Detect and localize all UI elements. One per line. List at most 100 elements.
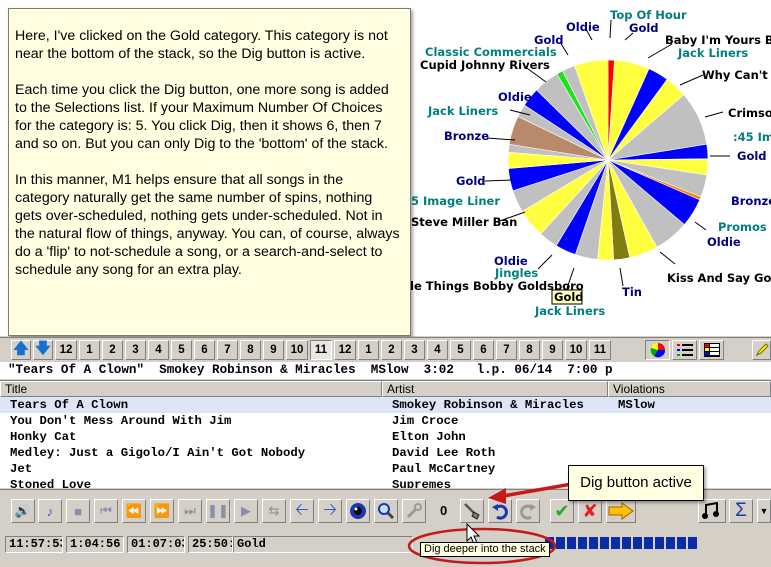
skip-start-icon[interactable]: ⏮ — [94, 499, 118, 523]
progress-block — [633, 537, 642, 549]
category-button[interactable]: 7 — [496, 340, 517, 360]
category-button[interactable]: 2 — [381, 340, 402, 360]
category-button[interactable]: 3 — [125, 340, 146, 360]
pie-label-image-liner: 5 Image Liner — [411, 194, 500, 208]
volume-icon[interactable]: 🔊 — [11, 499, 35, 523]
pie-label-bronze: Bronze — [444, 129, 489, 143]
skip-end-icon[interactable]: ⏭ — [178, 499, 202, 523]
pie-view-icon[interactable] — [645, 340, 670, 360]
category-button[interactable]: 1 — [79, 340, 100, 360]
pie-label-gold: Gold — [456, 174, 486, 188]
status-time: 1:04:56 p — [66, 536, 124, 553]
category-button[interactable]: 10 — [286, 340, 308, 360]
arrow-left-icon[interactable]: 🡠 — [290, 499, 314, 523]
cell-artist: David Lee Roth — [392, 446, 496, 460]
undo-icon[interactable] — [488, 499, 512, 523]
search-icon[interactable] — [374, 499, 398, 523]
progress-block — [578, 537, 587, 549]
grid-view-icon[interactable] — [699, 340, 724, 360]
sigma-icon[interactable]: Σ — [729, 499, 753, 523]
pie-label-gold: Gold — [737, 149, 767, 163]
category-button[interactable]: 7 — [217, 340, 238, 360]
category-button[interactable]: 11 — [310, 340, 332, 360]
category-button[interactable]: 11 — [589, 340, 611, 360]
cell-title: Medley: Just a Gigolo/I Ain't Got Nobody — [10, 446, 306, 460]
checkmark-icon[interactable]: ✔ — [550, 499, 574, 523]
arrow-right-icon[interactable]: 🡢 — [318, 499, 342, 523]
pie-label-top-of-hour: Top Of Hour — [610, 8, 687, 22]
table-row[interactable]: Medley: Just a Gigolo/I Ain't Got Nobody… — [0, 445, 771, 461]
explanation-note: Here, I've clicked on the Gold category.… — [8, 8, 411, 336]
dig-count: 0 — [440, 503, 448, 518]
cell-violations — [608, 429, 771, 445]
eye-icon[interactable] — [346, 499, 370, 523]
category-button[interactable]: 6 — [194, 340, 215, 360]
pie-label-oldie: Oldie — [707, 235, 741, 249]
music-note-icon[interactable]: ♪ — [38, 499, 62, 523]
category-button-row: 🡅 🡇 12 1 2 3 4 5 6 7 8 9 10 11 12 1 2 3 4 5 6 7 8 9 10 11 — [0, 337, 771, 361]
category-button[interactable]: 8 — [240, 340, 261, 360]
category-button[interactable]: 5 — [450, 340, 471, 360]
table-row[interactable]: You Don't Mess Around With Jim Jim Croce — [0, 413, 771, 429]
progress-block — [677, 537, 686, 549]
cell-title: Jet — [10, 462, 33, 476]
pie-label-song: le Things Bobby Goldsboro — [410, 279, 584, 293]
scroll-up-arrow-icon[interactable]: 🡅 — [11, 340, 31, 360]
column-header-artist[interactable]: Artist — [382, 381, 608, 397]
grid-header: Title Artist Violations — [0, 381, 771, 397]
category-button[interactable]: 8 — [519, 340, 540, 360]
progress-block — [567, 537, 576, 549]
pie-label-gold: Gold — [534, 33, 564, 47]
category-button[interactable]: 1 — [358, 340, 379, 360]
table-row[interactable]: Tears Of A Clown Smokey Robinson & Miracl… — [0, 397, 771, 413]
swap-icon[interactable]: ⇆ — [262, 499, 286, 523]
rewind-icon[interactable]: ⏪ — [122, 499, 146, 523]
pie-label-jingles: Jingles — [494, 266, 538, 280]
progress-block — [556, 537, 565, 549]
cell-artist: Elton John — [392, 430, 466, 444]
category-button[interactable]: 3 — [404, 340, 425, 360]
fast-forward-icon[interactable]: ⏩ — [150, 499, 174, 523]
category-button[interactable]: 12 — [334, 340, 356, 360]
progress-block — [611, 537, 620, 549]
category-button[interactable]: 10 — [565, 340, 587, 360]
pie-label-jack-liners: Jack Liners — [427, 104, 498, 118]
play-icon[interactable]: ▶ — [234, 499, 258, 523]
status-bar: 11:57:53 1:04:56 p 01:07:03 25:50:47 Gol… — [0, 533, 771, 567]
cell-title: Tears Of A Clown — [10, 398, 129, 412]
callout-dig-active: Dig button active — [568, 465, 704, 501]
pie-label-song: Baby I'm Yours Barb — [665, 33, 771, 47]
stop-icon[interactable]: ■ — [66, 499, 90, 523]
forward-arrow-icon[interactable] — [606, 499, 636, 523]
list-view-icon[interactable] — [672, 340, 697, 360]
status-time: 01:07:03 — [127, 536, 185, 553]
pie-label-jack-liners: Jack Liners — [677, 46, 748, 60]
redo-icon[interactable] — [516, 499, 540, 523]
category-button[interactable]: 5 — [171, 340, 192, 360]
pie-label-classic-commercials: Classic Commercials — [425, 45, 557, 59]
note-paragraph: Here, I've clicked on the Gold category.… — [15, 28, 388, 62]
column-header-title[interactable]: Title — [0, 381, 382, 397]
cell-violations — [608, 413, 771, 429]
dig-button-shovel-icon[interactable] — [460, 499, 484, 523]
category-button[interactable]: 2 — [102, 340, 123, 360]
category-button[interactable]: 4 — [148, 340, 169, 360]
x-cross-icon[interactable]: ✘ — [578, 499, 602, 523]
pencil-icon[interactable] — [752, 340, 771, 360]
scroll-down-arrow-icon[interactable]: 🡇 — [33, 340, 53, 360]
category-button[interactable]: 12 — [55, 340, 77, 360]
category-button[interactable]: 9 — [542, 340, 563, 360]
cell-violations: MSlow — [618, 398, 655, 412]
column-header-violations[interactable]: Violations — [608, 381, 771, 397]
table-row[interactable]: Honky Cat Elton John — [0, 429, 771, 445]
category-button[interactable]: 9 — [263, 340, 284, 360]
pause-icon[interactable]: ❚❚ — [206, 499, 230, 523]
cell-violations — [608, 445, 771, 461]
wrench-icon[interactable] — [402, 499, 426, 523]
music-notes-icon[interactable] — [698, 499, 726, 523]
progress-block — [655, 537, 664, 549]
pie-label-gold: Gold — [629, 21, 659, 35]
category-button[interactable]: 6 — [473, 340, 494, 360]
chevron-down-icon[interactable]: ▼ — [757, 499, 771, 523]
category-button[interactable]: 4 — [427, 340, 448, 360]
